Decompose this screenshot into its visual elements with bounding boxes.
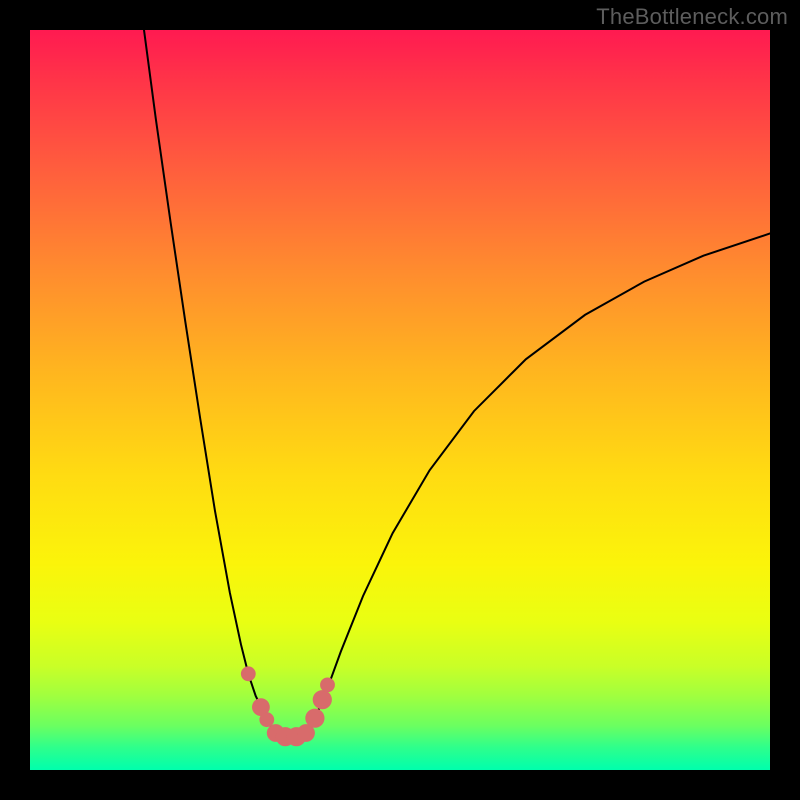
- data-marker: [320, 678, 335, 693]
- left-branch-curve: [144, 30, 274, 732]
- marker-group: [241, 666, 335, 746]
- watermark-text: TheBottleneck.com: [596, 4, 788, 30]
- right-branch-curve: [308, 234, 771, 732]
- curve-layer: [30, 30, 770, 770]
- data-marker: [241, 666, 256, 681]
- data-marker: [259, 712, 274, 727]
- chart-container: TheBottleneck.com: [0, 0, 800, 800]
- plot-area: [30, 30, 770, 770]
- data-marker: [313, 690, 332, 709]
- data-marker: [305, 709, 324, 728]
